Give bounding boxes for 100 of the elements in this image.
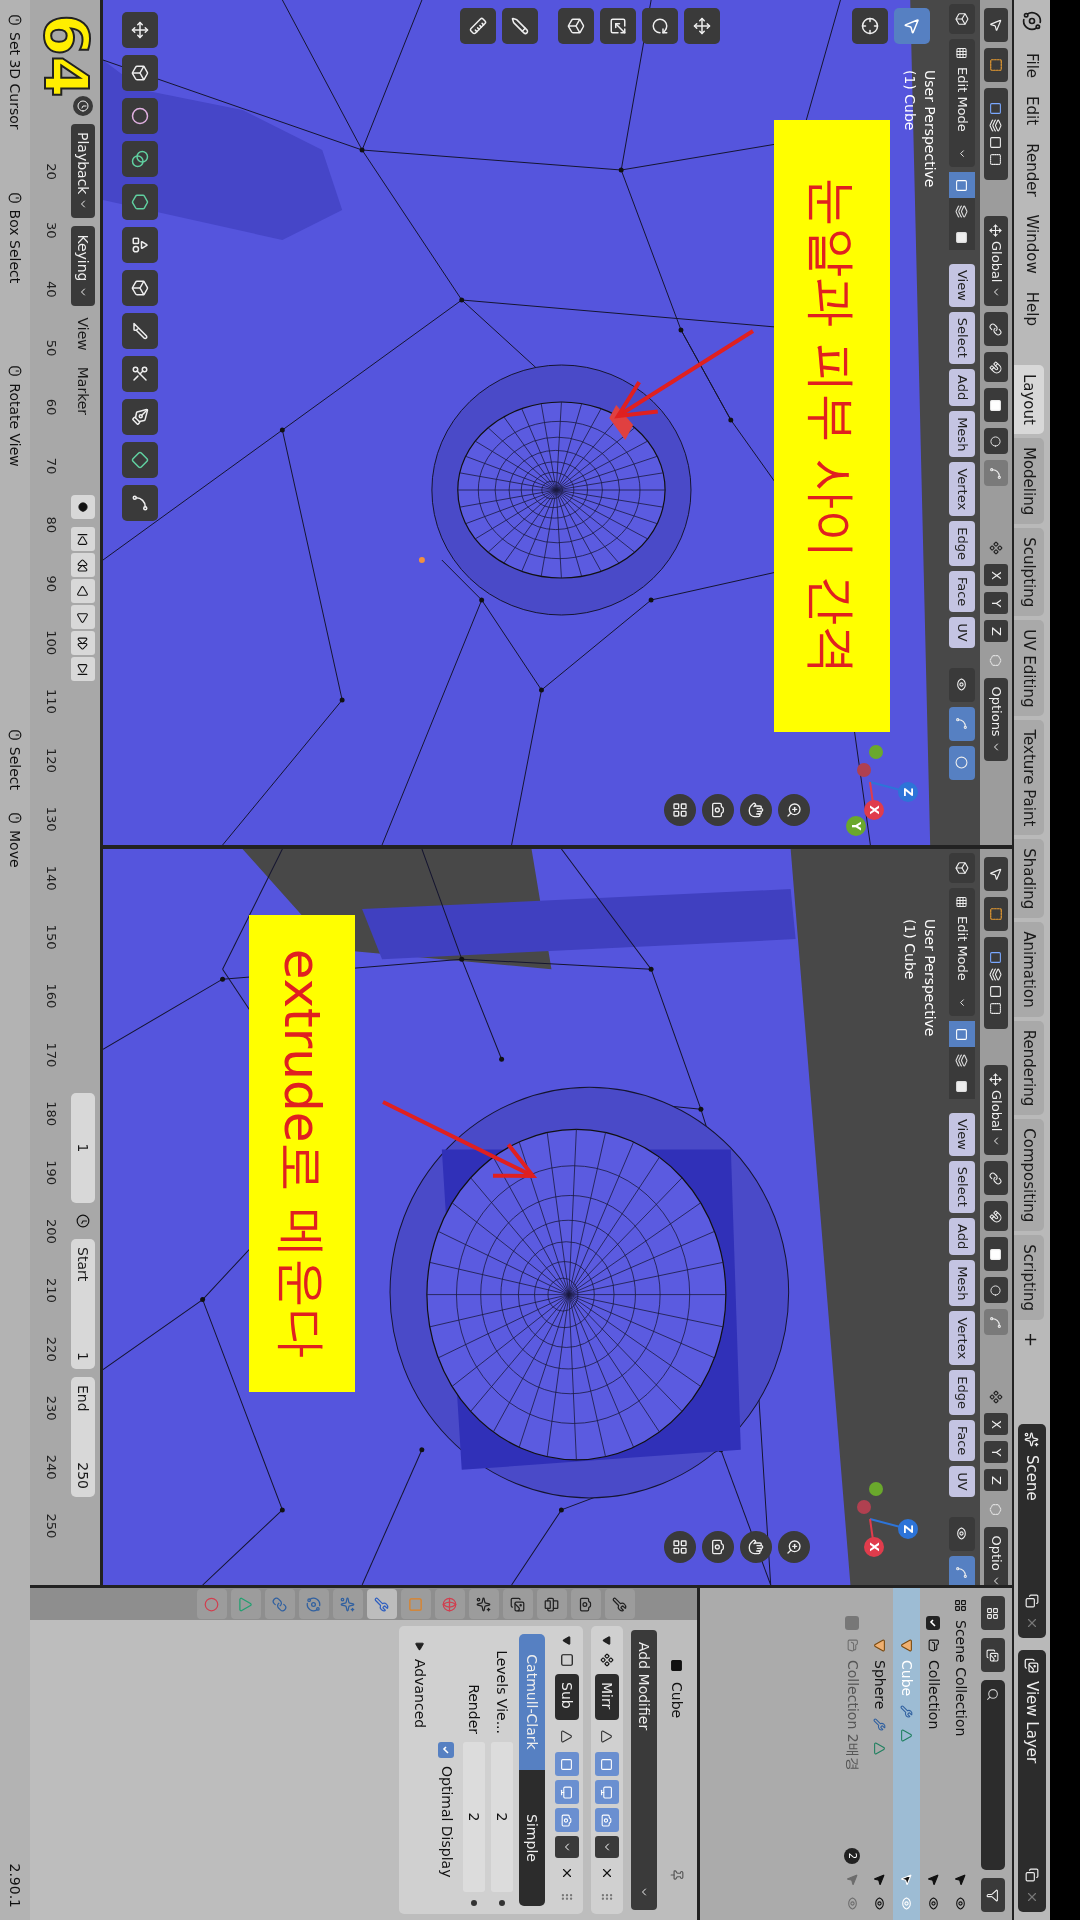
timeline-menu[interactable]: Marker bbox=[72, 362, 94, 420]
search-field[interactable] bbox=[981, 1680, 1005, 1870]
menu-item[interactable]: Edit bbox=[1018, 89, 1046, 133]
header-menu[interactable]: Select bbox=[949, 1160, 975, 1213]
header-menu[interactable]: Select bbox=[949, 311, 975, 364]
cursor-tool-icon bbox=[852, 8, 888, 44]
optimal-display-checkbox[interactable] bbox=[438, 1742, 455, 1758]
view-layer-selector[interactable]: View Layer bbox=[1018, 1650, 1046, 1912]
add-modifier-dropdown[interactable]: Add Modifier bbox=[631, 1630, 657, 1910]
options-dropdown[interactable]: Options bbox=[984, 678, 1008, 761]
modifier-name-field[interactable]: Sub bbox=[555, 1674, 579, 1720]
header-menu[interactable]: Mesh bbox=[949, 1260, 975, 1307]
header-menu[interactable]: Add bbox=[949, 1217, 975, 1256]
select-box-icon bbox=[984, 897, 1008, 931]
visibility-icon bbox=[949, 1516, 975, 1551]
header-menu[interactable]: View bbox=[949, 264, 975, 307]
menu-item[interactable]: Help bbox=[1018, 284, 1046, 333]
mirror-axis-toggle[interactable]: X bbox=[984, 564, 1008, 587]
mirror-axis-toggle[interactable]: Z bbox=[984, 1469, 1008, 1492]
mirror-axis-toggle[interactable]: Y bbox=[984, 592, 1008, 615]
render-tab[interactable] bbox=[571, 1589, 601, 1619]
tool-icon bbox=[984, 857, 1008, 891]
outliner-row[interactable]: Collection 2배경 2 bbox=[839, 1588, 866, 1920]
options-dropdown[interactable]: Optio bbox=[984, 1527, 1008, 1585]
workspace-tab[interactable]: Animation bbox=[1014, 922, 1044, 1017]
scene-selector[interactable]: Scene bbox=[1018, 1424, 1046, 1638]
link-icon bbox=[272, 1596, 288, 1612]
menu-item[interactable]: Render bbox=[1018, 136, 1046, 204]
edge-select-mode[interactable] bbox=[949, 198, 975, 224]
workspace-tab[interactable]: Scripting bbox=[1014, 1235, 1044, 1321]
scene-icon bbox=[1024, 1432, 1040, 1447]
mirror-axis-toggle[interactable]: X bbox=[984, 1413, 1008, 1436]
menu-item[interactable]: Window bbox=[1018, 207, 1046, 281]
modifier-name-field[interactable]: Mirr bbox=[595, 1674, 619, 1720]
tool-tab[interactable] bbox=[605, 1589, 635, 1619]
particles-tab[interactable] bbox=[333, 1589, 363, 1619]
axis-gizmo[interactable]: Z X Y bbox=[840, 744, 920, 840]
mesh-tool-icon bbox=[122, 313, 158, 349]
constraints-tab[interactable] bbox=[265, 1589, 295, 1619]
workspace-tab[interactable]: Layout bbox=[1014, 364, 1044, 434]
header-menu[interactable]: Add bbox=[949, 368, 975, 407]
number-field[interactable]: 2 bbox=[491, 1742, 513, 1892]
orientation-dropdown[interactable]: Global bbox=[984, 1065, 1008, 1156]
mode-dropdown[interactable]: Edit Mode bbox=[949, 39, 975, 167]
checkbox-label: Optimal Display bbox=[438, 1766, 456, 1878]
vertex-select-mode[interactable] bbox=[949, 1021, 975, 1047]
orientation-dropdown[interactable]: Global bbox=[984, 216, 1008, 307]
vertex-select-mode[interactable] bbox=[949, 172, 975, 198]
exclude-checkbox[interactable] bbox=[926, 1616, 941, 1630]
mode-dropdown[interactable]: Edit Mode bbox=[949, 888, 975, 1016]
record-icon bbox=[71, 495, 95, 520]
header-menu[interactable]: Vertex bbox=[949, 1311, 975, 1366]
header-menu[interactable]: Face bbox=[949, 1419, 975, 1462]
start-frame-field[interactable]: Start 1 bbox=[71, 1239, 95, 1369]
header-menu[interactable]: View bbox=[949, 1113, 975, 1156]
scene-icon bbox=[476, 1596, 492, 1612]
face-select-mode[interactable] bbox=[949, 1073, 975, 1099]
timeline-menu[interactable]: View bbox=[72, 313, 94, 355]
workspace-tab[interactable]: Sculpting bbox=[1014, 528, 1044, 617]
workspace-tab[interactable]: Rendering bbox=[1014, 1020, 1044, 1116]
number-field[interactable]: 2 bbox=[463, 1742, 485, 1892]
frame-tick: 70 bbox=[42, 456, 60, 477]
outliner-row[interactable]: Collection bbox=[920, 1588, 947, 1920]
header-menu[interactable]: Mesh bbox=[949, 411, 975, 458]
field-label: Levels Vie... bbox=[493, 1649, 512, 1734]
scene-tab[interactable] bbox=[469, 1589, 499, 1619]
end-frame-field[interactable]: End 250 bbox=[71, 1377, 95, 1497]
outliner-row[interactable]: Scene Collection bbox=[947, 1588, 974, 1920]
output-tab[interactable] bbox=[537, 1589, 567, 1619]
current-frame-field[interactable]: 1 bbox=[71, 1093, 95, 1203]
header-menu[interactable]: Face bbox=[949, 570, 975, 613]
outliner-row[interactable]: Sphere bbox=[866, 1588, 893, 1920]
workspace-tab[interactable]: UV Editing bbox=[1014, 620, 1044, 717]
keying-dropdown[interactable]: Keying bbox=[71, 226, 95, 306]
mirror-axis-toggle[interactable]: Y bbox=[984, 1441, 1008, 1464]
physics-tab[interactable] bbox=[299, 1589, 329, 1619]
face-select-mode[interactable] bbox=[949, 224, 975, 250]
subdivision-type-tab[interactable]: Simple bbox=[519, 1770, 545, 1906]
playback-control-icon bbox=[71, 527, 95, 552]
modifiers-tab[interactable] bbox=[367, 1589, 397, 1619]
workspace-tab[interactable]: Shading bbox=[1014, 839, 1044, 919]
workspace-tab[interactable]: Compositing bbox=[1014, 1119, 1044, 1232]
mesh-tool-icon bbox=[122, 442, 158, 478]
workspace-tab[interactable]: Modeling bbox=[1014, 437, 1044, 525]
header-menu[interactable]: Edge bbox=[949, 521, 975, 566]
mesh-tool-icon bbox=[122, 485, 158, 521]
playback-dropdown[interactable]: Playback bbox=[71, 124, 95, 219]
header-menu[interactable]: UV bbox=[949, 1466, 975, 1497]
menu-item[interactable]: File bbox=[1018, 46, 1046, 86]
header-menu[interactable]: Vertex bbox=[949, 462, 975, 517]
header-menu[interactable]: Edge bbox=[949, 1370, 975, 1415]
workspace-tab[interactable]: Texture Paint bbox=[1014, 720, 1044, 836]
advanced-section-toggle[interactable]: Advanced bbox=[409, 1634, 430, 1906]
exclude-checkbox[interactable] bbox=[845, 1616, 860, 1630]
header-menu[interactable]: UV bbox=[949, 617, 975, 648]
axis-gizmo[interactable]: Z X bbox=[840, 1481, 920, 1577]
view-layer-icon bbox=[1024, 1658, 1040, 1673]
edge-select-mode[interactable] bbox=[949, 1047, 975, 1073]
add-workspace-button[interactable]: + bbox=[1018, 1324, 1046, 1356]
mirror-axis-toggle[interactable]: Z bbox=[984, 620, 1008, 643]
